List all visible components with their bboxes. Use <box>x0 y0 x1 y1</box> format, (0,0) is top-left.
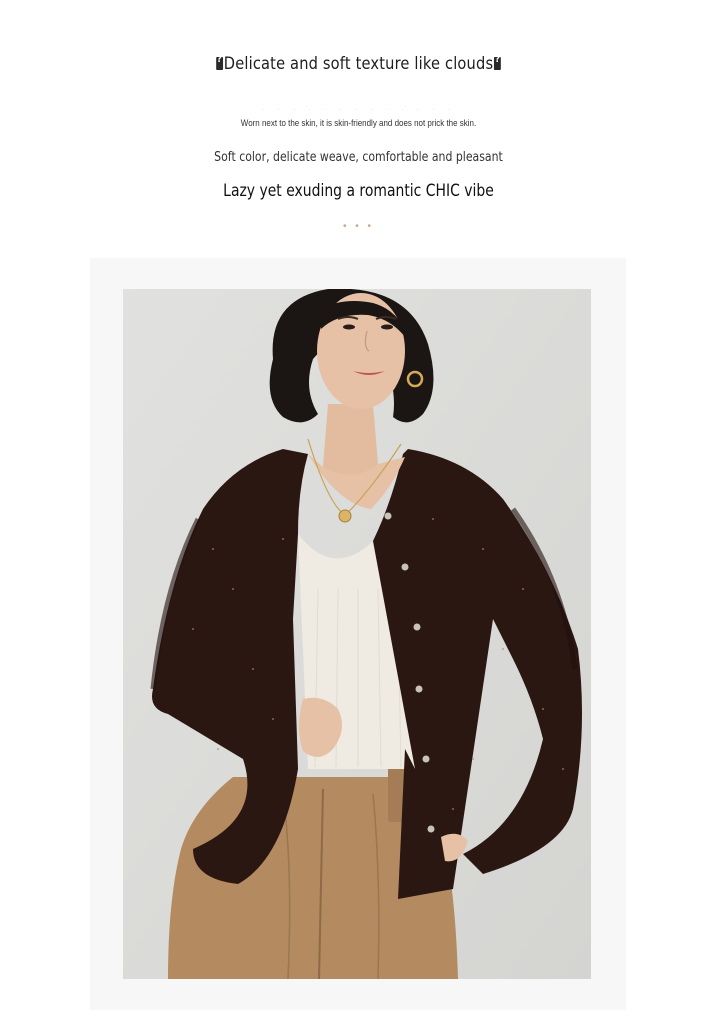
pendant <box>338 509 352 523</box>
model-illustration <box>123 289 591 979</box>
small-subtitle: Worn next to the skin, it is skin-friend… <box>240 118 477 129</box>
close-bracket-icon <box>494 54 501 70</box>
tagline: Lazy yet exuding a romantic CHIC vibe <box>223 181 494 201</box>
product-photo <box>123 289 591 979</box>
medium-subtitle: Soft color, delicate weave, comfortable … <box>214 150 503 165</box>
faint-decoration: · · · · · · · · · · · · · <box>261 104 456 114</box>
photo-frame <box>90 258 626 1010</box>
page-title: Delicate and soft texture like clouds <box>50 54 667 74</box>
open-bracket-icon <box>216 54 223 70</box>
product-header: Delicate and soft texture like clouds · … <box>0 0 717 250</box>
title-text: Delicate and soft texture like clouds <box>223 54 494 74</box>
decorative-dots: • • • <box>342 221 375 232</box>
neck <box>323 404 378 478</box>
